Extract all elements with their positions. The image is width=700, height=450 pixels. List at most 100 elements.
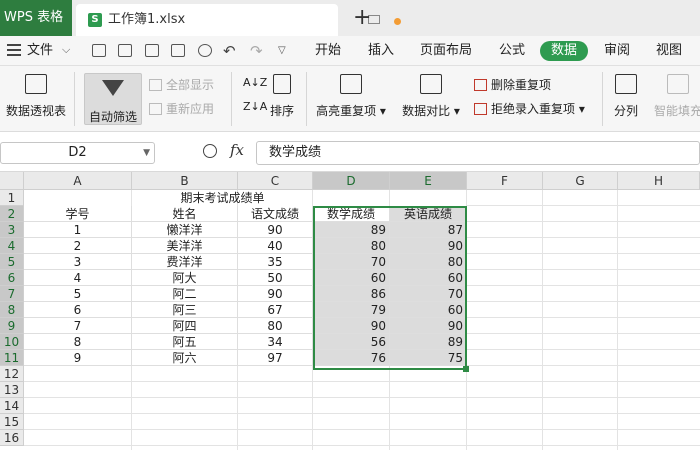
table-cell[interactable]: 76 (313, 350, 390, 366)
save-icon[interactable] (118, 44, 132, 57)
name-box[interactable]: D2 ▼ (0, 142, 155, 164)
print-preview-icon[interactable] (198, 44, 212, 57)
menu-insert[interactable]: 插入 (368, 36, 394, 66)
table-cell[interactable]: 9 (24, 350, 132, 366)
undo-icon[interactable]: ↶ (223, 36, 236, 66)
show-all-button[interactable]: 全部显示 (149, 76, 214, 93)
table-cell[interactable]: 87 (390, 222, 467, 238)
smart-fill-button[interactable]: 智能填充 (650, 70, 700, 119)
formula-input[interactable]: 数学成绩 (256, 141, 700, 165)
table-cell[interactable]: 34 (238, 334, 313, 350)
autofilter-button[interactable]: 自动筛选 (84, 73, 142, 125)
file-tab[interactable]: S 工作簿1.xlsx (76, 4, 401, 36)
more-dropdown-icon[interactable]: ▽ (278, 36, 286, 66)
reapply-button[interactable]: 重新应用 (149, 100, 214, 117)
column-header-h[interactable]: H (618, 172, 700, 190)
new-tab-plus-icon[interactable]: + (353, 4, 371, 32)
header-cell-student-id[interactable]: 学号 (24, 206, 132, 222)
table-cell[interactable]: 懒洋洋 (132, 222, 238, 238)
table-cell[interactable]: 7 (24, 318, 132, 334)
table-cell[interactable]: 50 (238, 270, 313, 286)
table-cell[interactable]: 90 (390, 318, 467, 334)
row-header[interactable]: 2 (0, 206, 24, 222)
row-header[interactable]: 13 (0, 382, 24, 398)
row-header[interactable]: 8 (0, 302, 24, 318)
column-header-e[interactable]: E (390, 172, 467, 190)
menu-page-layout[interactable]: 页面布局 (420, 36, 472, 66)
table-cell[interactable]: 阿大 (132, 270, 238, 286)
open-folder-icon[interactable] (92, 44, 106, 57)
menu-home[interactable]: 开始 (315, 36, 341, 66)
table-cell[interactable]: 40 (238, 238, 313, 254)
column-header-g[interactable]: G (543, 172, 618, 190)
table-cell[interactable]: 6 (24, 302, 132, 318)
table-cell[interactable]: 70 (390, 286, 467, 302)
hamburger-icon[interactable] (7, 44, 21, 56)
export-pdf-icon[interactable] (145, 44, 159, 57)
table-cell[interactable]: 8 (24, 334, 132, 350)
table-cell[interactable]: 阿四 (132, 318, 238, 334)
column-header-f[interactable]: F (467, 172, 543, 190)
header-cell-name[interactable]: 姓名 (132, 206, 238, 222)
table-cell[interactable]: 90 (313, 318, 390, 334)
row-header[interactable]: 11 (0, 350, 24, 366)
row-header[interactable]: 7 (0, 286, 24, 302)
row-header[interactable]: 3 (0, 222, 24, 238)
redo-icon[interactable]: ↷ (250, 36, 263, 66)
table-cell[interactable]: 35 (238, 254, 313, 270)
table-cell[interactable]: 5 (24, 286, 132, 302)
fill-handle[interactable] (463, 366, 469, 372)
table-cell[interactable]: 阿二 (132, 286, 238, 302)
data-compare-button[interactable]: 数据对比 ▾ (398, 70, 464, 119)
select-all-corner[interactable] (0, 172, 24, 190)
sort-descending-icon[interactable]: Z↓A (243, 100, 267, 113)
header-cell-math[interactable]: 数学成绩 (313, 206, 390, 222)
table-cell[interactable]: 70 (313, 254, 390, 270)
unsaved-dot-icon[interactable] (394, 18, 401, 25)
table-cell[interactable]: 2 (24, 238, 132, 254)
table-cell[interactable]: 美洋洋 (132, 238, 238, 254)
row-header[interactable]: 4 (0, 238, 24, 254)
menu-view[interactable]: 视图 (656, 36, 682, 66)
table-cell[interactable]: 4 (24, 270, 132, 286)
zoom-search-icon[interactable] (203, 144, 217, 158)
sort-button[interactable]: 排序 (266, 70, 298, 119)
table-cell[interactable]: 90 (238, 286, 313, 302)
table-cell[interactable]: 79 (313, 302, 390, 318)
table-cell[interactable]: 80 (313, 238, 390, 254)
reject-duplicates-button[interactable]: 拒绝录入重复项 ▾ (474, 100, 585, 117)
row-header[interactable]: 1 (0, 190, 24, 206)
row-header[interactable]: 9 (0, 318, 24, 334)
row-header[interactable]: 10 (0, 334, 24, 350)
table-cell[interactable]: 阿五 (132, 334, 238, 350)
row-header[interactable]: 15 (0, 414, 24, 430)
sheet-title-cell[interactable]: 期末考试成绩单 (132, 190, 313, 206)
table-cell[interactable]: 90 (390, 238, 467, 254)
table-cell[interactable]: 60 (390, 270, 467, 286)
column-header-b[interactable]: B (132, 172, 238, 190)
table-cell[interactable]: 90 (238, 222, 313, 238)
print-icon[interactable] (171, 44, 185, 57)
row-header[interactable]: 12 (0, 366, 24, 382)
sort-ascending-icon[interactable]: A↓Z (243, 76, 267, 89)
pivot-table-button[interactable]: 数据透视表 (2, 70, 70, 119)
table-cell[interactable]: 97 (238, 350, 313, 366)
highlight-duplicates-button[interactable]: 高亮重复项 ▾ (313, 70, 389, 119)
row-header[interactable]: 14 (0, 398, 24, 414)
table-cell[interactable]: 费洋洋 (132, 254, 238, 270)
menu-review[interactable]: 审阅 (604, 36, 630, 66)
table-cell[interactable]: 75 (390, 350, 467, 366)
table-cell[interactable]: 1 (24, 222, 132, 238)
app-tab[interactable]: WPS 表格 (0, 0, 72, 36)
column-header-c[interactable]: C (238, 172, 313, 190)
menu-formulas[interactable]: 公式 (499, 36, 525, 66)
text-to-columns-button[interactable]: 分列 (608, 70, 644, 119)
table-cell[interactable]: 60 (313, 270, 390, 286)
table-cell[interactable]: 80 (238, 318, 313, 334)
header-cell-english[interactable]: 英语成绩 (390, 206, 467, 222)
spreadsheet-grid[interactable]: A B C D E F G H 1 2 3 4 5 6 7 8 9 10 11 … (0, 172, 700, 450)
table-cell[interactable]: 67 (238, 302, 313, 318)
file-menu[interactable]: 文件 (27, 36, 53, 66)
row-header[interactable]: 5 (0, 254, 24, 270)
table-cell[interactable]: 3 (24, 254, 132, 270)
